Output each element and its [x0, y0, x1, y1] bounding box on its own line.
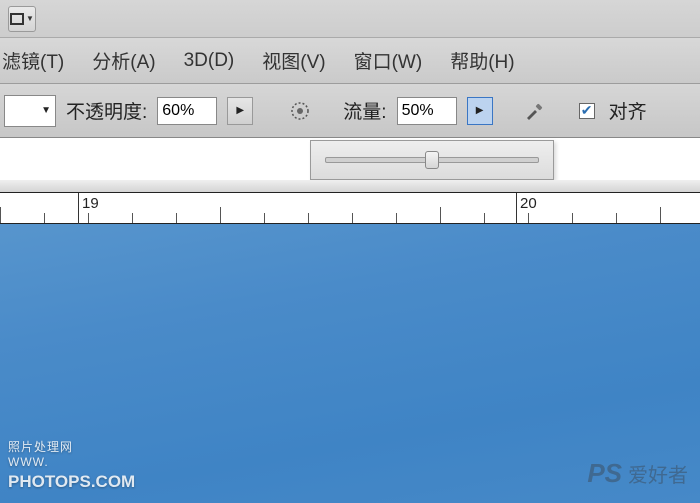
flow-input[interactable] [397, 97, 457, 125]
brush-preset-picker[interactable]: ▼ [4, 95, 56, 127]
ruler-mark-20: 20 [520, 195, 537, 212]
ruler-mark-19: 19 [82, 195, 99, 212]
flow-slider-thumb[interactable] [425, 151, 439, 169]
chevron-down-icon: ▼ [26, 14, 34, 23]
menu-window[interactable]: 窗口(W) [354, 47, 423, 74]
watermark-psahz: PS 爱好者 [587, 458, 688, 489]
menu-help[interactable]: 帮助(H) [450, 47, 514, 74]
align-checkbox[interactable]: ✔ [579, 103, 595, 119]
watermark-photops: 照片处理网 WWW. PHOTOPS.COM [8, 440, 135, 493]
menu-3d[interactable]: 3D(D) [184, 50, 235, 72]
menu-filter[interactable]: 滤镜(T) [2, 47, 64, 74]
menu-view[interactable]: 视图(V) [262, 47, 325, 74]
tool-options-bar: ▼ 不透明度: ▶ 流量: ▶ ✔ 对齐 [0, 84, 700, 138]
menu-bar: 滤镜(T) 分析(A) 3D(D) 视图(V) 窗口(W) 帮助(H) [0, 38, 700, 84]
flow-label: 流量: [343, 97, 386, 124]
flow-slider-popup [310, 140, 554, 180]
flow-slider-track[interactable] [325, 157, 539, 163]
screen-mode-icon [10, 13, 24, 25]
opacity-label: 不透明度: [66, 97, 147, 124]
app-top-toolbar: ▼ [0, 0, 700, 38]
opacity-input[interactable] [157, 97, 217, 125]
eyedropper-icon[interactable] [521, 98, 547, 124]
divider [0, 180, 700, 192]
horizontal-ruler: 19 20 [0, 192, 700, 224]
flow-slider-button[interactable]: ▶ [467, 97, 493, 125]
opacity-slider-button[interactable]: ▶ [227, 97, 253, 125]
screen-mode-button[interactable]: ▼ [8, 6, 36, 32]
airbrush-icon[interactable] [287, 98, 313, 124]
menu-analysis[interactable]: 分析(A) [92, 47, 155, 74]
align-label: 对齐 [609, 97, 647, 124]
chevron-down-icon: ▼ [41, 105, 51, 116]
